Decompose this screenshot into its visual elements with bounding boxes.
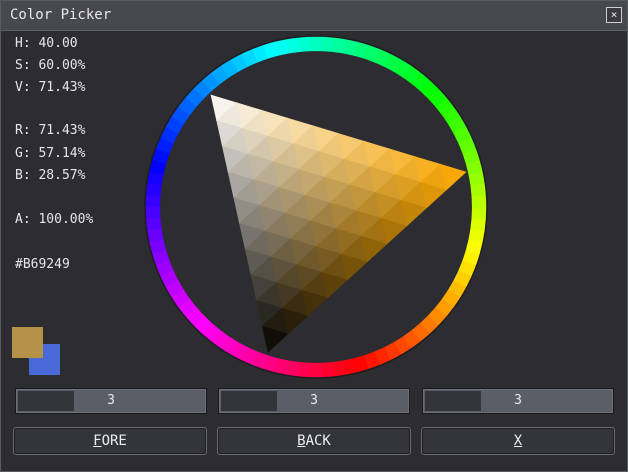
slider-2-value: 3 (310, 393, 318, 408)
hue-ring-segment (319, 362, 334, 378)
slider-1-value: 3 (107, 393, 115, 408)
hue-ring-segment (471, 195, 487, 209)
slider-3-value: 3 (514, 393, 522, 408)
slider-2[interactable]: 3 (218, 388, 410, 414)
slider-3[interactable]: 3 (422, 388, 614, 414)
x-button[interactable]: X (421, 427, 615, 455)
hue-ring-segment (298, 36, 313, 52)
fore-button[interactable]: FORE (13, 427, 207, 455)
fore-button-label: ORE (101, 433, 127, 449)
back-button-mnemonic: B (297, 433, 306, 449)
back-button-label: ACK (305, 433, 331, 449)
hue-ring-segment (145, 205, 161, 219)
slider-1[interactable]: 3 (15, 388, 207, 414)
fore-button-mnemonic: F (93, 433, 102, 449)
back-button[interactable]: BACK (217, 427, 411, 455)
x-button-mnemonic: X (513, 433, 523, 449)
saturation-value-triangle[interactable] (210, 94, 467, 353)
